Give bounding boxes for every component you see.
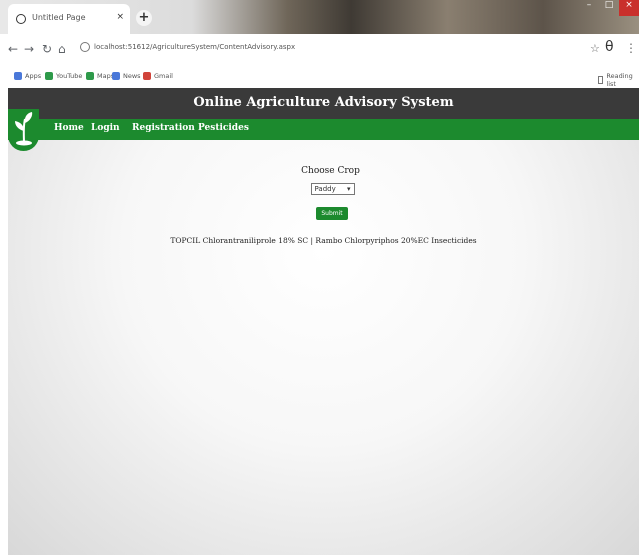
site-info-icon[interactable] [80,42,90,52]
bookmark-news[interactable]: News [112,72,141,80]
bookmark-maps[interactable]: Maps [86,72,114,80]
address-text: localhost:51612/AgricultureSystem/Conten… [94,43,296,51]
site-nav: Home Login Registration Pesticides [8,119,639,140]
close-window-button[interactable]: × [619,0,639,16]
nav-login[interactable]: Login [91,123,120,133]
bookmark-star-icon[interactable]: ☆ [590,42,600,55]
site-title: Online Agriculture Advisory System [193,95,454,110]
bookmark-favicon-icon [112,72,120,80]
nav-pesticides[interactable]: Pesticides [198,123,249,133]
crop-select-value: Paddy [314,185,336,193]
bookmark-label: Apps [25,72,42,80]
minimize-button[interactable]: – [579,0,599,16]
chevron-down-icon: ▾ [346,185,351,193]
site-header: Online Agriculture Advisory System [8,88,639,119]
bookmark-favicon-icon [86,72,94,80]
bookmark-favicon-icon [45,72,53,80]
bookmark-favicon-icon [143,72,151,80]
forward-icon[interactable]: → [24,42,34,56]
home-icon[interactable]: ⌂ [58,42,66,56]
site-page: Online Agriculture Advisory System Home … [8,88,639,555]
bookmark-apps[interactable]: Apps [14,72,41,80]
browser-tabstrip: Untitled Page × + – □ × [0,0,639,34]
bookmarks-bar: Reading list Apps YouTube Maps News Gmail [0,64,639,88]
plant-logo-icon [15,112,33,146]
pesticide-result: TOPCIL Chlorantraniliprole 18% SC | Ramb… [170,236,477,245]
reading-list-icon [598,76,604,84]
reading-list-button[interactable]: Reading list [598,72,639,88]
address-bar[interactable]: localhost:51612/AgricultureSystem/Conten… [80,42,295,52]
new-tab-button[interactable]: + [136,10,152,26]
bookmark-label: YouTube [56,72,83,80]
browser-menu-icon[interactable]: ⋮ [625,41,637,55]
bookmark-label: Gmail [154,72,173,80]
crop-select[interactable]: Paddy ▾ [310,183,355,195]
nav-home[interactable]: Home [54,123,84,133]
reading-list-label: Reading list [606,72,633,88]
profile-icon[interactable]: θ [605,39,614,55]
crop-form: Choose Crop Paddy ▾ Submit [8,166,639,220]
window-controls: – □ × [579,0,639,16]
back-icon[interactable]: ← [8,42,18,56]
bookmark-gmail[interactable]: Gmail [143,72,173,80]
bookmark-youtube[interactable]: YouTube [45,72,82,80]
tab-title: Untitled Page [32,13,86,22]
site-logo [8,109,39,151]
tab-close-icon[interactable]: × [116,12,124,22]
browser-toolbar: ← → ↻ ⌂ localhost:51612/AgricultureSyste… [0,34,639,65]
browser-tab[interactable]: Untitled Page × [8,4,130,34]
bookmark-label: News [123,72,141,80]
nav-registration[interactable]: Registration [132,123,195,133]
maximize-button[interactable]: □ [599,0,619,16]
reload-icon[interactable]: ↻ [42,42,52,56]
globe-icon [16,14,26,24]
choose-crop-label: Choose Crop [301,166,360,176]
submit-button[interactable]: Submit [316,207,348,220]
bookmark-favicon-icon [14,72,22,80]
